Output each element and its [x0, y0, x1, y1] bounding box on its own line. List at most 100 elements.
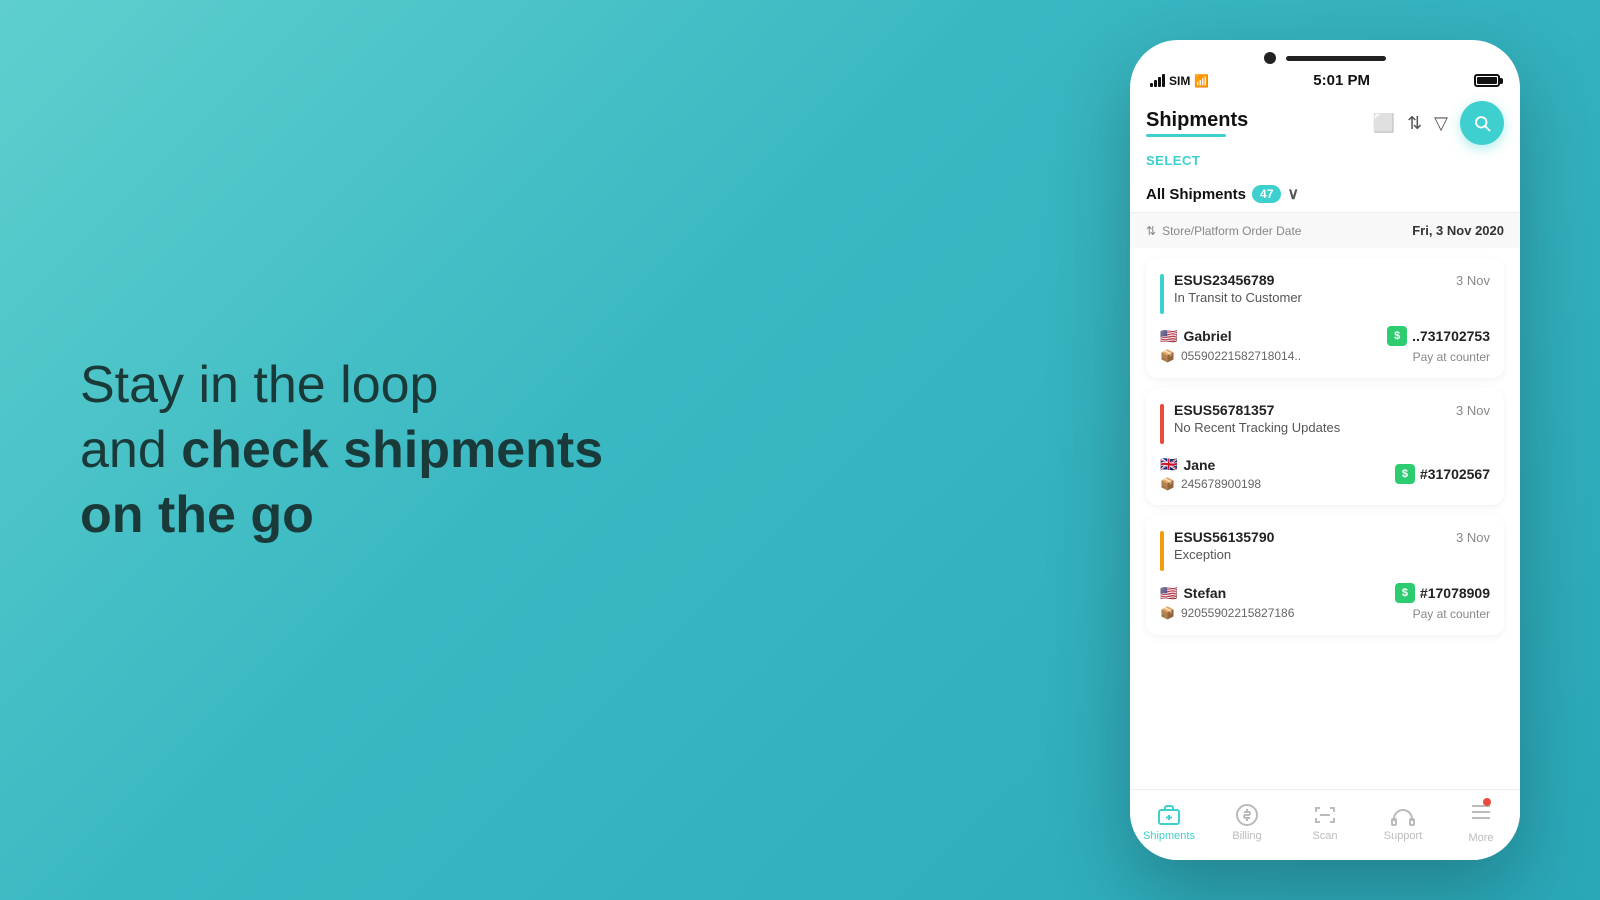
- hero-section: Stay in the loop and check shipments on …: [80, 353, 680, 548]
- search-button[interactable]: [1460, 101, 1504, 145]
- courier-icon-3: 📦: [1160, 606, 1175, 620]
- tracking-row-3: ESUS56135790 3 Nov: [1174, 529, 1490, 545]
- courier-tracking-3: 92055902215827186: [1181, 606, 1294, 620]
- tracking-id-1: ESUS23456789: [1174, 272, 1274, 288]
- courier-icon-2: 📦: [1160, 477, 1175, 491]
- card-top-2: ESUS56781357 3 Nov No Recent Tracking Up…: [1160, 402, 1490, 444]
- order-number-1: ..731702753: [1412, 328, 1490, 344]
- tracking-row-1: ESUS23456789 3 Nov: [1174, 272, 1490, 288]
- scan-nav-icon: [1313, 803, 1337, 827]
- date-header: ⇅ Store/Platform Order Date Fri, 3 Nov 2…: [1130, 213, 1520, 248]
- carrier-label: SIM: [1169, 74, 1190, 88]
- card-date-1: 3 Nov: [1456, 273, 1490, 288]
- status-indicator-1: [1160, 274, 1164, 314]
- billing-nav-icon: [1235, 803, 1259, 827]
- nav-item-support[interactable]: Support: [1373, 803, 1433, 842]
- chevron-down-icon: ∨: [1287, 184, 1299, 204]
- customer-info-2: 🇬🇧 Jane 📦 245678900198: [1160, 456, 1261, 491]
- support-nav-icon: [1391, 803, 1415, 827]
- shipment-card-3[interactable]: ESUS56135790 3 Nov Exception 🇺🇸 Stefan: [1146, 515, 1504, 635]
- status-text-3: Exception: [1174, 547, 1490, 562]
- tracking-id-2: ESUS56781357: [1174, 402, 1274, 418]
- toolbar: SELECT: [1130, 145, 1520, 176]
- order-id-row-1: $ ..731702753: [1387, 326, 1490, 346]
- page-title: Shipments: [1146, 109, 1373, 132]
- time-display: 5:01 PM: [1313, 72, 1370, 89]
- signal-icon: [1150, 74, 1165, 87]
- customer-name-2: Jane: [1183, 457, 1215, 473]
- date-display: Fri, 3 Nov 2020: [1412, 223, 1504, 238]
- search-icon: [1473, 114, 1491, 132]
- customer-row-1: 🇺🇸 Gabriel: [1160, 328, 1301, 345]
- flag-icon-3: 🇺🇸: [1160, 585, 1177, 602]
- order-number-3: #17078909: [1420, 585, 1490, 601]
- customer-info-3: 🇺🇸 Stefan 📦 92055902215827186: [1160, 585, 1294, 620]
- title-underline: [1146, 134, 1226, 137]
- nav-item-more[interactable]: More: [1451, 800, 1511, 844]
- phone-body: SIM 📶 5:01 PM Shipments ⬜ ⇅ ▽: [1130, 40, 1520, 860]
- card-top-1: ESUS23456789 3 Nov In Transit to Custome…: [1160, 272, 1490, 314]
- shipments-nav-icon: [1157, 803, 1181, 827]
- payment-label-1: Pay at counter: [1413, 350, 1490, 364]
- hero-line3: on the go: [80, 486, 314, 544]
- status-right: [1474, 74, 1500, 87]
- filter-label: All Shipments: [1146, 186, 1246, 203]
- order-id-row-3: $ #17078909: [1395, 583, 1490, 603]
- camera-dot: [1264, 52, 1276, 64]
- nav-item-shipments[interactable]: Shipments: [1139, 803, 1199, 842]
- sort-icon[interactable]: ⇅: [1407, 113, 1422, 134]
- courier-icon-1: 📦: [1160, 349, 1175, 363]
- notch-bar: [1286, 56, 1386, 61]
- courier-row-1: 📦 05590221582718014..: [1160, 349, 1301, 363]
- phone-notch: [1130, 40, 1520, 68]
- copy-icon[interactable]: ⬜: [1373, 113, 1395, 134]
- courier-tracking-1: 05590221582718014..: [1181, 349, 1301, 363]
- nav-label-billing: Billing: [1232, 830, 1261, 842]
- courier-row-2: 📦 245678900198: [1160, 477, 1261, 491]
- nav-label-support: Support: [1384, 830, 1423, 842]
- title-area: Shipments: [1146, 109, 1373, 137]
- card-date-3: 3 Nov: [1456, 530, 1490, 545]
- nav-label-more: More: [1468, 832, 1493, 844]
- flag-icon-2: 🇬🇧: [1160, 456, 1177, 473]
- header-icons: ⬜ ⇅ ▽: [1373, 101, 1504, 145]
- card-bottom-2: 🇬🇧 Jane 📦 245678900198 $ #31702567: [1160, 456, 1490, 491]
- order-icon-2: $: [1395, 464, 1415, 484]
- card-date-2: 3 Nov: [1456, 403, 1490, 418]
- customer-row-2: 🇬🇧 Jane: [1160, 456, 1261, 473]
- nav-label-scan: Scan: [1312, 830, 1337, 842]
- status-left: SIM 📶: [1150, 74, 1209, 88]
- shipment-card-1[interactable]: ESUS23456789 3 Nov In Transit to Custome…: [1146, 258, 1504, 378]
- nav-label-shipments: Shipments: [1143, 830, 1195, 842]
- tracking-row-2: ESUS56781357 3 Nov: [1174, 402, 1490, 418]
- card-top-3: ESUS56135790 3 Nov Exception: [1160, 529, 1490, 571]
- wifi-icon: 📶: [1194, 74, 1209, 88]
- status-text-1: In Transit to Customer: [1174, 290, 1490, 305]
- order-icon-1: $: [1387, 326, 1407, 346]
- card-info-2: ESUS56781357 3 Nov No Recent Tracking Up…: [1174, 402, 1490, 435]
- sort-icon-small: ⇅: [1146, 224, 1156, 238]
- status-indicator-3: [1160, 531, 1164, 571]
- select-button[interactable]: SELECT: [1146, 153, 1200, 168]
- order-id-row-2: $ #31702567: [1395, 464, 1490, 484]
- payment-label-3: Pay at counter: [1413, 607, 1490, 621]
- card-bottom-3: 🇺🇸 Stefan 📦 92055902215827186 $ #1707890…: [1160, 583, 1490, 621]
- hero-line1: Stay in the loop: [80, 356, 438, 414]
- hero-line2: and check shipments: [80, 421, 603, 479]
- filter-icon[interactable]: ▽: [1434, 113, 1448, 134]
- notification-dot: [1483, 798, 1491, 806]
- card-info-3: ESUS56135790 3 Nov Exception: [1174, 529, 1490, 562]
- courier-row-3: 📦 92055902215827186: [1160, 606, 1294, 620]
- shipment-card-2[interactable]: ESUS56781357 3 Nov No Recent Tracking Up…: [1146, 388, 1504, 505]
- battery-icon: [1474, 74, 1500, 87]
- status-text-2: No Recent Tracking Updates: [1174, 420, 1490, 435]
- flag-icon-1: 🇺🇸: [1160, 328, 1177, 345]
- order-info-1: $ ..731702753 Pay at counter: [1387, 326, 1490, 364]
- bottom-nav: Shipments Billing Scan: [1130, 789, 1520, 860]
- status-bar: SIM 📶 5:01 PM: [1130, 68, 1520, 95]
- nav-item-scan[interactable]: Scan: [1295, 803, 1355, 842]
- filter-bar[interactable]: All Shipments 47 ∨: [1130, 176, 1520, 213]
- nav-item-billing[interactable]: Billing: [1217, 803, 1277, 842]
- customer-name-1: Gabriel: [1183, 328, 1231, 344]
- order-icon-3: $: [1395, 583, 1415, 603]
